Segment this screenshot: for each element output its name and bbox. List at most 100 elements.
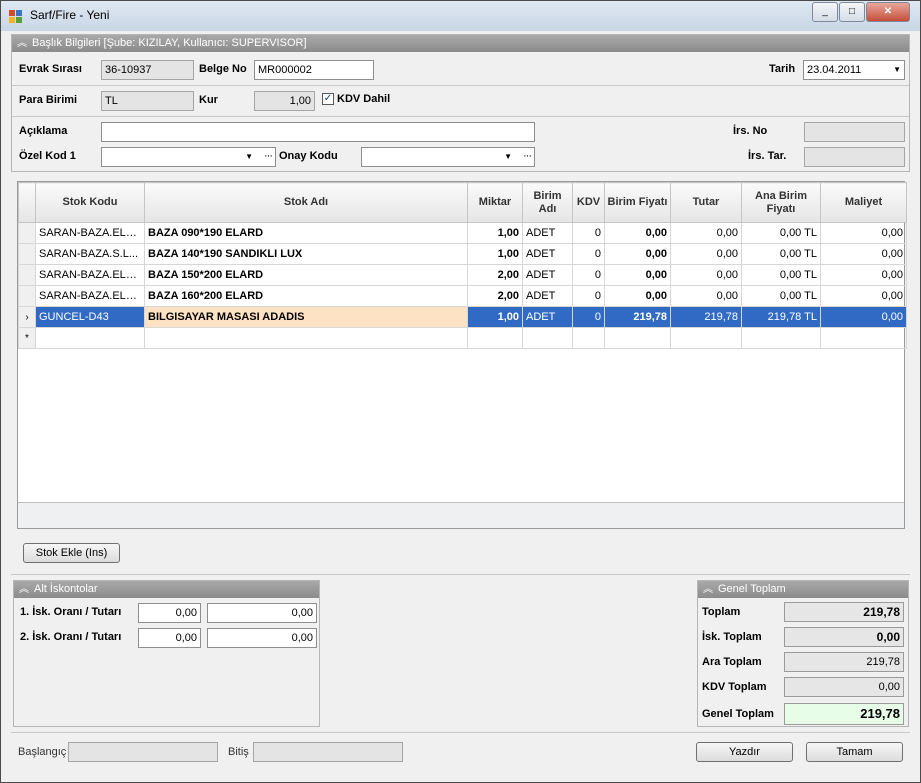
row-indicator[interactable] (18, 222, 36, 244)
miktar-cell[interactable]: 2,00 (467, 264, 523, 286)
birim-cell[interactable]: ADET (522, 306, 573, 328)
stock-grid[interactable]: Stok Kodu Stok Adı Miktar Birim Adı KDV … (17, 181, 907, 529)
column-header[interactable]: Tutar (670, 182, 742, 223)
new-row-cell[interactable] (144, 327, 468, 349)
ozel-kod-combo[interactable]: ▼ ··· (101, 147, 276, 167)
ana-birim-fiyati-cell[interactable]: 0,00 TL (741, 264, 821, 286)
new-row-cell[interactable] (741, 327, 821, 349)
stok-ekle-button[interactable]: Stok Ekle (Ins) (23, 543, 120, 563)
ana-birim-fiyati-cell[interactable]: 0,00 TL (741, 285, 821, 307)
yazdir-button[interactable]: Yazdır (696, 742, 793, 762)
column-header[interactable]: Miktar (467, 182, 523, 223)
row-indicator[interactable] (18, 285, 36, 307)
column-header[interactable]: Maliyet (820, 182, 907, 223)
stok-adi-cell[interactable]: BAZA 090*190 ELARD (144, 222, 468, 244)
stok-adi-cell[interactable]: BAZA 160*200 ELARD (144, 285, 468, 307)
chevron-down-icon[interactable]: ▼ (245, 148, 253, 166)
tamam-button[interactable]: Tamam (806, 742, 903, 762)
header-group-title[interactable]: ︽ Başlık Bilgileri [Şube: KIZILAY, Kulla… (12, 35, 909, 52)
ana-birim-fiyati-cell[interactable]: 219,78 TL (741, 306, 821, 328)
maliyet-cell[interactable]: 0,00 (820, 285, 907, 307)
column-header[interactable]: Stok Adı (144, 182, 468, 223)
tutar-cell[interactable]: 0,00 (670, 285, 742, 307)
row-indicator[interactable] (18, 243, 36, 265)
stok-kodu-cell[interactable]: SARAN-BAZA.ELR... (35, 222, 145, 244)
birim-fiyati-cell[interactable]: 219,78 (604, 306, 671, 328)
kdv-dahil-checkbox[interactable]: ✓ (322, 93, 334, 105)
ana-birim-fiyati-cell[interactable]: 0,00 TL (741, 222, 821, 244)
birim-cell[interactable]: ADET (522, 264, 573, 286)
chevron-down-icon[interactable]: ▼ (893, 61, 901, 79)
table-row[interactable]: SARAN-BAZA.ELR... BAZA 160*200 ELARD 2,0… (18, 285, 907, 307)
new-row-cell[interactable] (35, 327, 145, 349)
table-row[interactable]: SARAN-BAZA.S.L... BAZA 140*190 SANDIKLI … (18, 243, 907, 265)
table-row-selected[interactable]: › GUNCEL-D43 BILGISAYAR MASASI ADADIS 1,… (18, 306, 907, 328)
tutar-cell[interactable]: 0,00 (670, 264, 742, 286)
belge-no-field[interactable]: MR000002 (254, 60, 374, 80)
tarih-date-picker[interactable]: 23.04.2011 ▼ (803, 60, 905, 80)
isk-row1-rate-field[interactable]: 0,00 (138, 603, 201, 623)
new-row-cell[interactable] (522, 327, 573, 349)
birim-fiyati-cell[interactable]: 0,00 (604, 243, 671, 265)
birim-cell[interactable]: ADET (522, 222, 573, 244)
tutar-cell[interactable]: 0,00 (670, 222, 742, 244)
miktar-cell[interactable]: 1,00 (467, 306, 523, 328)
isk-row1-amount-field[interactable]: 0,00 (207, 603, 317, 623)
isk-row2-rate-field[interactable]: 0,00 (138, 628, 201, 648)
column-header[interactable]: Ana Birim Fiyatı (741, 182, 821, 223)
new-row-cell[interactable] (820, 327, 907, 349)
kdv-cell[interactable]: 0 (572, 243, 605, 265)
miktar-cell[interactable]: 1,00 (467, 222, 523, 244)
birim-fiyati-cell[interactable]: 0,00 (604, 285, 671, 307)
maliyet-cell[interactable]: 0,00 (820, 222, 907, 244)
maliyet-cell[interactable]: 0,00 (820, 306, 907, 328)
stok-kodu-cell[interactable]: SARAN-BAZA.ELR... (35, 285, 145, 307)
kdv-cell[interactable]: 0 (572, 306, 605, 328)
stok-kodu-cell[interactable]: SARAN-BAZA.ELR... (35, 264, 145, 286)
minimize-button[interactable]: _ (812, 2, 838, 22)
stok-kodu-cell[interactable]: SARAN-BAZA.S.L... (35, 243, 145, 265)
tutar-cell[interactable]: 0,00 (670, 243, 742, 265)
miktar-cell[interactable]: 2,00 (467, 285, 523, 307)
miktar-cell[interactable]: 1,00 (467, 243, 523, 265)
new-row[interactable]: * (18, 327, 907, 349)
new-row-cell[interactable] (572, 327, 605, 349)
table-row[interactable]: SARAN-BAZA.ELR... BAZA 090*190 ELARD 1,0… (18, 222, 907, 244)
ana-birim-fiyati-cell[interactable]: 0,00 TL (741, 243, 821, 265)
new-row-cell[interactable] (670, 327, 742, 349)
new-row-indicator[interactable]: * (18, 327, 36, 349)
column-header[interactable]: Birim Adı (522, 182, 573, 223)
row-indicator[interactable]: › (18, 306, 36, 328)
birim-cell[interactable]: ADET (522, 243, 573, 265)
new-row-cell[interactable] (467, 327, 523, 349)
stok-kodu-cell[interactable]: GUNCEL-D43 (35, 306, 145, 328)
kdv-cell[interactable]: 0 (572, 285, 605, 307)
birim-fiyati-cell[interactable]: 0,00 (604, 264, 671, 286)
column-header[interactable]: Birim Fiyatı (604, 182, 671, 223)
kdv-cell[interactable]: 0 (572, 222, 605, 244)
birim-fiyati-cell[interactable]: 0,00 (604, 222, 671, 244)
new-row-cell[interactable] (604, 327, 671, 349)
kdv-cell[interactable]: 0 (572, 264, 605, 286)
maximize-button[interactable]: □ (839, 2, 865, 22)
onay-kodu-combo[interactable]: ▼ ··· (361, 147, 535, 167)
row-indicator[interactable] (18, 264, 36, 286)
stok-adi-cell[interactable]: BAZA 140*190 SANDIKLI LUX (144, 243, 468, 265)
aciklama-field[interactable] (101, 122, 535, 142)
stok-adi-cell[interactable]: BILGISAYAR MASASI ADADIS (144, 306, 468, 328)
stok-adi-cell[interactable]: BAZA 150*200 ELARD (144, 264, 468, 286)
table-row[interactable]: SARAN-BAZA.ELR... BAZA 150*200 ELARD 2,0… (18, 264, 907, 286)
birim-cell[interactable]: ADET (522, 285, 573, 307)
maliyet-cell[interactable]: 0,00 (820, 243, 907, 265)
column-header[interactable]: Stok Kodu (35, 182, 145, 223)
column-header[interactable]: KDV (572, 182, 605, 223)
isk-row2-amount-field[interactable]: 0,00 (207, 628, 317, 648)
maliyet-cell[interactable]: 0,00 (820, 264, 907, 286)
genel-toplam-title[interactable]: ︽ Genel Toplam (698, 581, 908, 598)
chevron-down-icon[interactable]: ▼ (504, 148, 512, 166)
alt-iskontolar-title[interactable]: ︽ Alt İskontolar (14, 581, 319, 598)
ellipsis-icon[interactable]: ··· (264, 148, 273, 165)
tutar-cell[interactable]: 219,78 (670, 306, 742, 328)
close-button[interactable]: ✕ (866, 2, 910, 22)
ellipsis-icon[interactable]: ··· (523, 148, 532, 165)
